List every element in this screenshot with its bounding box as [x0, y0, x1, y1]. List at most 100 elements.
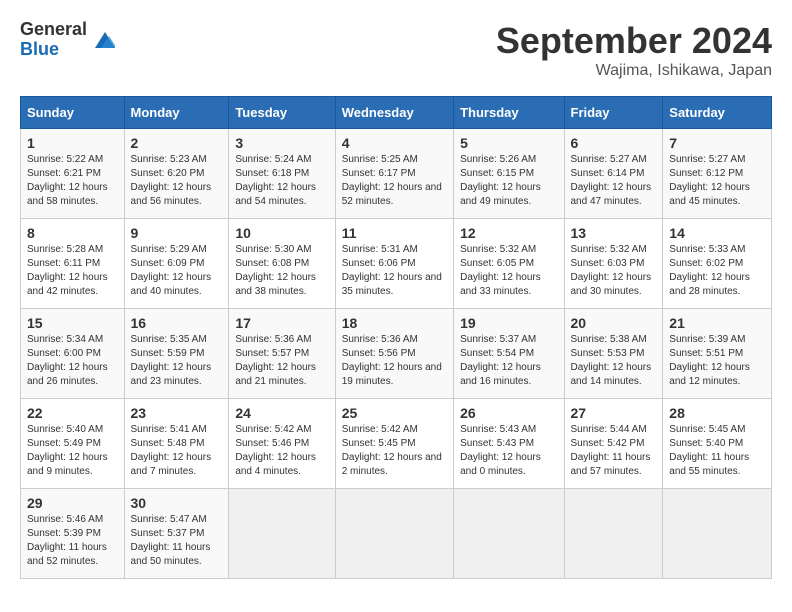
day-number: 18	[342, 315, 447, 331]
day-detail: Sunrise: 5:28 AMSunset: 6:11 PMDaylight:…	[27, 244, 108, 297]
table-row: 17 Sunrise: 5:36 AMSunset: 5:57 PMDaylig…	[229, 309, 335, 399]
day-number: 28	[669, 405, 765, 421]
logo-icon	[91, 28, 115, 52]
table-row: 13 Sunrise: 5:32 AMSunset: 6:03 PMDaylig…	[564, 219, 663, 309]
location-subtitle: Wajima, Ishikawa, Japan	[496, 62, 772, 80]
calendar-header-row: Sunday Monday Tuesday Wednesday Thursday…	[21, 97, 772, 129]
day-detail: Sunrise: 5:40 AMSunset: 5:49 PMDaylight:…	[27, 424, 108, 477]
col-tuesday: Tuesday	[229, 97, 335, 129]
calendar-week-row: 29 Sunrise: 5:46 AMSunset: 5:39 PMDaylig…	[21, 489, 772, 579]
calendar-week-row: 8 Sunrise: 5:28 AMSunset: 6:11 PMDayligh…	[21, 219, 772, 309]
calendar-week-row: 15 Sunrise: 5:34 AMSunset: 6:00 PMDaylig…	[21, 309, 772, 399]
day-detail: Sunrise: 5:44 AMSunset: 5:42 PMDaylight:…	[571, 424, 651, 477]
col-sunday: Sunday	[21, 97, 125, 129]
day-detail: Sunrise: 5:33 AMSunset: 6:02 PMDaylight:…	[669, 244, 750, 297]
calendar-week-row: 22 Sunrise: 5:40 AMSunset: 5:49 PMDaylig…	[21, 399, 772, 489]
table-row	[454, 489, 564, 579]
day-detail: Sunrise: 5:22 AMSunset: 6:21 PMDaylight:…	[27, 154, 108, 207]
month-title: September 2024	[496, 20, 772, 62]
col-wednesday: Wednesday	[335, 97, 453, 129]
table-row: 19 Sunrise: 5:37 AMSunset: 5:54 PMDaylig…	[454, 309, 564, 399]
table-row: 7 Sunrise: 5:27 AMSunset: 6:12 PMDayligh…	[663, 129, 772, 219]
day-detail: Sunrise: 5:24 AMSunset: 6:18 PMDaylight:…	[235, 154, 316, 207]
col-thursday: Thursday	[454, 97, 564, 129]
day-number: 14	[669, 225, 765, 241]
table-row	[229, 489, 335, 579]
day-number: 22	[27, 405, 118, 421]
day-detail: Sunrise: 5:29 AMSunset: 6:09 PMDaylight:…	[131, 244, 212, 297]
day-detail: Sunrise: 5:32 AMSunset: 6:03 PMDaylight:…	[571, 244, 652, 297]
table-row: 28 Sunrise: 5:45 AMSunset: 5:40 PMDaylig…	[663, 399, 772, 489]
logo-blue-text: Blue	[20, 40, 87, 60]
day-detail: Sunrise: 5:38 AMSunset: 5:53 PMDaylight:…	[571, 334, 652, 387]
day-number: 6	[571, 135, 657, 151]
day-detail: Sunrise: 5:23 AMSunset: 6:20 PMDaylight:…	[131, 154, 212, 207]
col-friday: Friday	[564, 97, 663, 129]
table-row: 15 Sunrise: 5:34 AMSunset: 6:00 PMDaylig…	[21, 309, 125, 399]
logo-general-text: General	[20, 20, 87, 40]
day-number: 5	[460, 135, 557, 151]
day-number: 7	[669, 135, 765, 151]
day-number: 4	[342, 135, 447, 151]
table-row: 16 Sunrise: 5:35 AMSunset: 5:59 PMDaylig…	[124, 309, 229, 399]
table-row: 29 Sunrise: 5:46 AMSunset: 5:39 PMDaylig…	[21, 489, 125, 579]
table-row	[335, 489, 453, 579]
table-row: 10 Sunrise: 5:30 AMSunset: 6:08 PMDaylig…	[229, 219, 335, 309]
table-row: 21 Sunrise: 5:39 AMSunset: 5:51 PMDaylig…	[663, 309, 772, 399]
page-header: General Blue September 2024 Wajima, Ishi…	[20, 20, 772, 80]
day-number: 15	[27, 315, 118, 331]
table-row: 24 Sunrise: 5:42 AMSunset: 5:46 PMDaylig…	[229, 399, 335, 489]
table-row: 12 Sunrise: 5:32 AMSunset: 6:05 PMDaylig…	[454, 219, 564, 309]
day-detail: Sunrise: 5:27 AMSunset: 6:14 PMDaylight:…	[571, 154, 652, 207]
day-number: 30	[131, 495, 223, 511]
table-row: 6 Sunrise: 5:27 AMSunset: 6:14 PMDayligh…	[564, 129, 663, 219]
day-detail: Sunrise: 5:37 AMSunset: 5:54 PMDaylight:…	[460, 334, 541, 387]
day-number: 9	[131, 225, 223, 241]
day-number: 11	[342, 225, 447, 241]
day-number: 21	[669, 315, 765, 331]
day-number: 20	[571, 315, 657, 331]
day-detail: Sunrise: 5:41 AMSunset: 5:48 PMDaylight:…	[131, 424, 212, 477]
day-detail: Sunrise: 5:30 AMSunset: 6:08 PMDaylight:…	[235, 244, 316, 297]
title-block: September 2024 Wajima, Ishikawa, Japan	[496, 20, 772, 80]
table-row: 30 Sunrise: 5:47 AMSunset: 5:37 PMDaylig…	[124, 489, 229, 579]
day-number: 26	[460, 405, 557, 421]
day-detail: Sunrise: 5:36 AMSunset: 5:57 PMDaylight:…	[235, 334, 316, 387]
table-row: 20 Sunrise: 5:38 AMSunset: 5:53 PMDaylig…	[564, 309, 663, 399]
day-number: 13	[571, 225, 657, 241]
table-row: 18 Sunrise: 5:36 AMSunset: 5:56 PMDaylig…	[335, 309, 453, 399]
table-row: 9 Sunrise: 5:29 AMSunset: 6:09 PMDayligh…	[124, 219, 229, 309]
day-number: 2	[131, 135, 223, 151]
day-number: 17	[235, 315, 328, 331]
day-number: 27	[571, 405, 657, 421]
table-row: 25 Sunrise: 5:42 AMSunset: 5:45 PMDaylig…	[335, 399, 453, 489]
calendar-week-row: 1 Sunrise: 5:22 AMSunset: 6:21 PMDayligh…	[21, 129, 772, 219]
day-number: 23	[131, 405, 223, 421]
table-row: 5 Sunrise: 5:26 AMSunset: 6:15 PMDayligh…	[454, 129, 564, 219]
day-detail: Sunrise: 5:34 AMSunset: 6:00 PMDaylight:…	[27, 334, 108, 387]
table-row: 27 Sunrise: 5:44 AMSunset: 5:42 PMDaylig…	[564, 399, 663, 489]
day-number: 10	[235, 225, 328, 241]
day-detail: Sunrise: 5:25 AMSunset: 6:17 PMDaylight:…	[342, 154, 442, 207]
table-row: 14 Sunrise: 5:33 AMSunset: 6:02 PMDaylig…	[663, 219, 772, 309]
table-row	[564, 489, 663, 579]
table-row: 23 Sunrise: 5:41 AMSunset: 5:48 PMDaylig…	[124, 399, 229, 489]
day-detail: Sunrise: 5:45 AMSunset: 5:40 PMDaylight:…	[669, 424, 749, 477]
day-detail: Sunrise: 5:26 AMSunset: 6:15 PMDaylight:…	[460, 154, 541, 207]
day-number: 24	[235, 405, 328, 421]
day-number: 25	[342, 405, 447, 421]
day-number: 12	[460, 225, 557, 241]
logo: General Blue	[20, 20, 115, 60]
table-row: 22 Sunrise: 5:40 AMSunset: 5:49 PMDaylig…	[21, 399, 125, 489]
day-detail: Sunrise: 5:43 AMSunset: 5:43 PMDaylight:…	[460, 424, 541, 477]
table-row: 8 Sunrise: 5:28 AMSunset: 6:11 PMDayligh…	[21, 219, 125, 309]
col-monday: Monday	[124, 97, 229, 129]
day-number: 19	[460, 315, 557, 331]
day-detail: Sunrise: 5:31 AMSunset: 6:06 PMDaylight:…	[342, 244, 442, 297]
day-detail: Sunrise: 5:42 AMSunset: 5:45 PMDaylight:…	[342, 424, 442, 477]
day-number: 8	[27, 225, 118, 241]
day-detail: Sunrise: 5:46 AMSunset: 5:39 PMDaylight:…	[27, 514, 107, 567]
table-row: 2 Sunrise: 5:23 AMSunset: 6:20 PMDayligh…	[124, 129, 229, 219]
col-saturday: Saturday	[663, 97, 772, 129]
day-detail: Sunrise: 5:35 AMSunset: 5:59 PMDaylight:…	[131, 334, 212, 387]
